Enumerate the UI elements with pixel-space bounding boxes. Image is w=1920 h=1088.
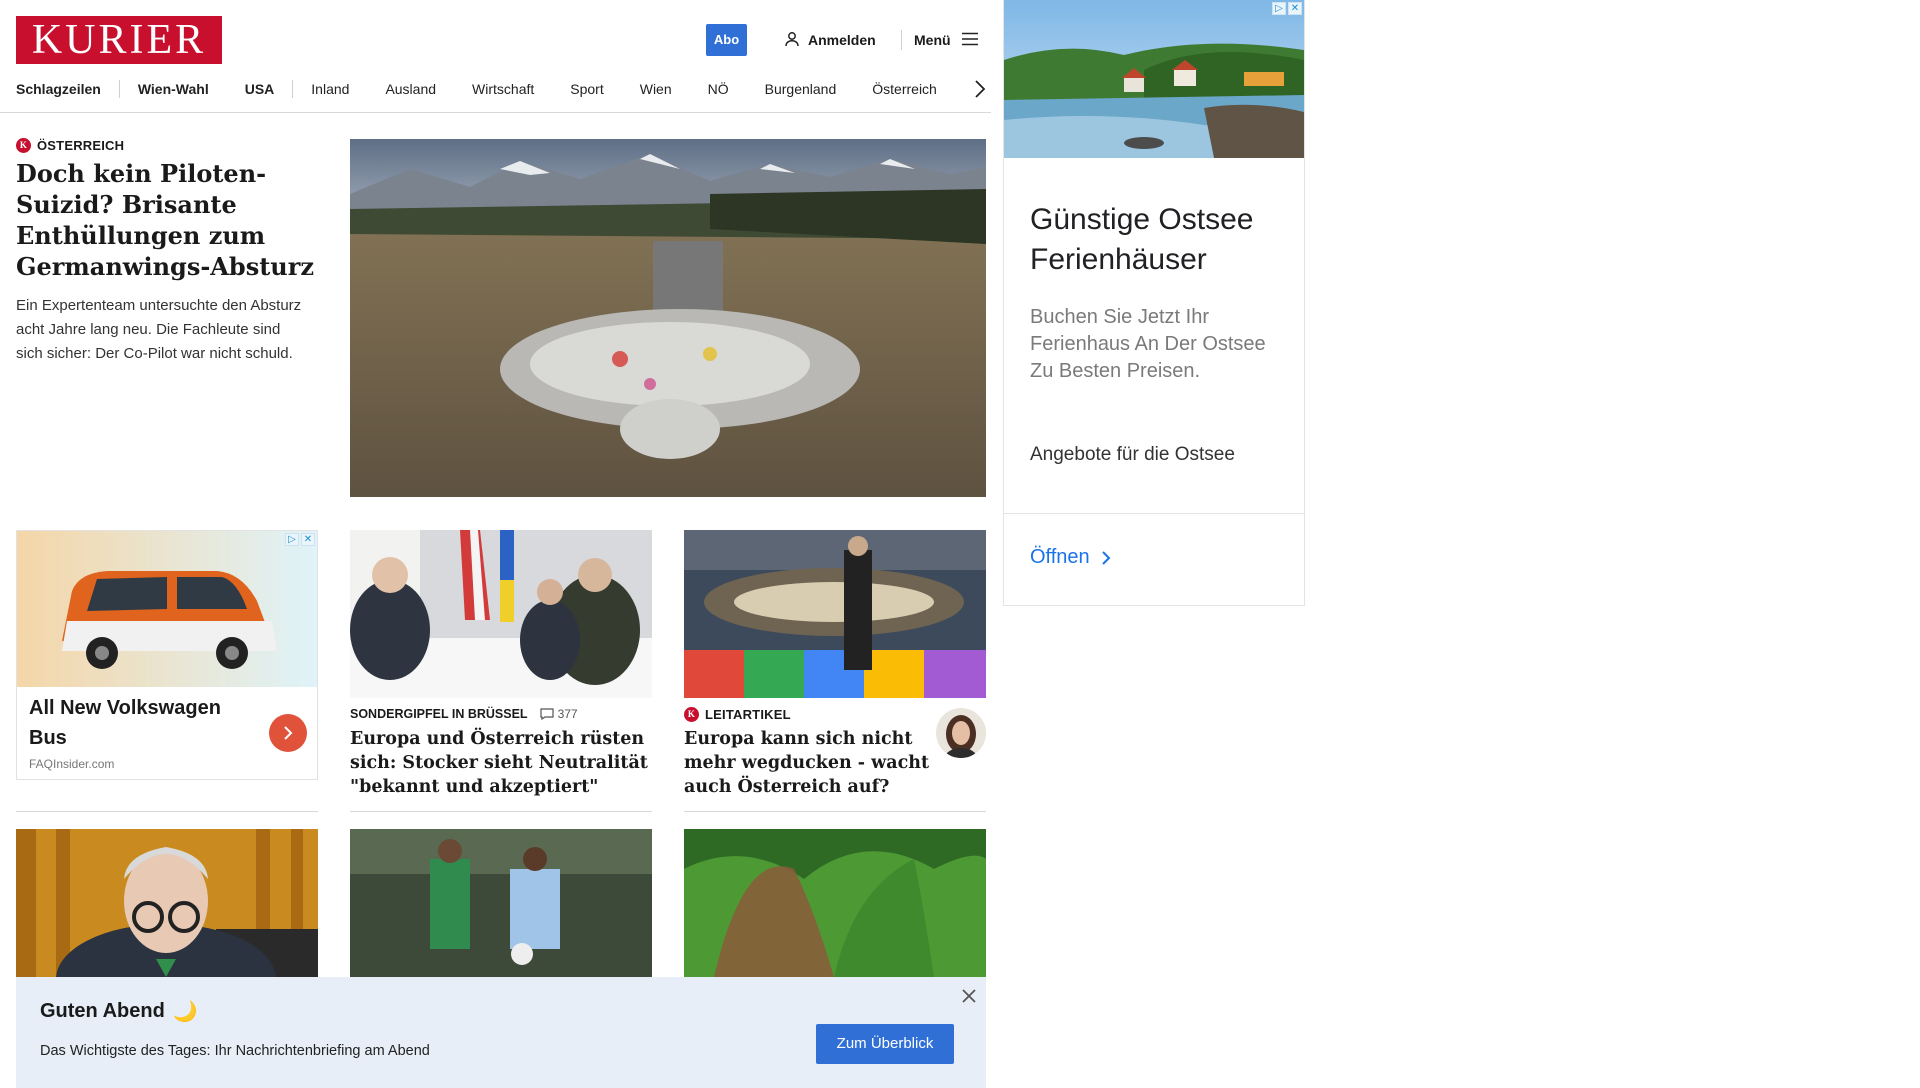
ad-ostsee-offer[interactable]: Angebote für die Ostsee (1030, 444, 1235, 466)
nav-divider (292, 80, 294, 98)
lead-headline[interactable]: Doch kein Piloten-Suizid? Brisante Enthü… (16, 158, 318, 282)
ad-ostsee[interactable]: ▷ ✕ Günstige Ostsee Ferienhäuser Buchen … (1003, 0, 1305, 606)
adchoices-icon[interactable]: ▷ (285, 533, 299, 546)
ad-ostsee-text[interactable]: Buchen Sie Jetzt Ihr Ferienhaus An Der O… (1030, 304, 1280, 385)
kurier-plus-icon: K (16, 138, 31, 153)
chevron-right-icon (1101, 550, 1111, 565)
nav-item-sport[interactable]: Sport (570, 81, 603, 97)
ad-vw-image[interactable] (17, 531, 317, 687)
chevron-right-icon (284, 726, 293, 740)
briefing-title-text: Guten Abend (40, 1000, 165, 1022)
teaser2-photo[interactable] (684, 530, 986, 698)
hamburger-icon (961, 32, 979, 49)
nav-item-oesterreich[interactable]: Österreich (872, 81, 937, 97)
briefing-overview-button[interactable]: Zum Überblick (816, 1024, 954, 1064)
nav-item-wirtschaft[interactable]: Wirtschaft (472, 81, 534, 97)
ad-vw-source: FAQInsider.com (29, 757, 115, 771)
briefing-text: Das Wichtigste des Tages: Ihr Nachrichte… (40, 1043, 430, 1059)
teaser3-photo[interactable] (16, 829, 318, 977)
nav-scroll-right-icon[interactable] (972, 78, 988, 100)
ad-ostsee-title[interactable]: Günstige Ostsee Ferienhäuser (1030, 200, 1280, 280)
lead-kicker[interactable]: K ÖSTERREICH (16, 138, 124, 153)
close-icon[interactable]: ✕ (301, 533, 315, 546)
ad-vw-open-button[interactable] (269, 714, 307, 752)
login-label: Anmelden (808, 32, 876, 48)
comment-icon (539, 708, 554, 720)
abo-button[interactable]: Abo (706, 24, 747, 56)
lead-kicker-label: ÖSTERREICH (37, 138, 125, 153)
ad-ostsee-open-label: Öffnen (1030, 546, 1090, 568)
briefing-title: Guten Abend 🌙 (40, 999, 198, 1024)
login-button[interactable]: Anmelden (784, 24, 876, 56)
teaser1-comments[interactable]: 377 (539, 707, 578, 721)
evening-briefing-banner: Guten Abend 🌙 Das Wichtigste des Tages: … (16, 977, 986, 1088)
nav-item-noe[interactable]: NÖ (708, 81, 729, 97)
ad-vw-bus[interactable]: ▷ ✕ All New Volkswagen Bus FAQInsider.co… (16, 530, 318, 780)
nav-item-ausland[interactable]: Ausland (385, 81, 436, 97)
header-divider (901, 30, 902, 50)
ad-choices[interactable]: ▷ ✕ (1272, 2, 1302, 15)
teaser1-kicker-label: SONDERGIPFEL IN BRÜSSEL (350, 707, 528, 721)
teaser1-comment-count: 377 (557, 707, 578, 721)
teaser2-kicker-label: LEITARTIKEL (705, 707, 791, 722)
lead-teaser[interactable]: Ein Expertenteam untersuchte den Absturz… (16, 294, 306, 366)
row-divider (16, 811, 318, 812)
row-divider (684, 811, 986, 812)
teaser2-kicker[interactable]: K LEITARTIKEL (684, 707, 791, 722)
nav-item-inland[interactable]: Inland (311, 81, 349, 97)
teaser2-headline[interactable]: Europa kann sich nicht mehr wegducken - … (684, 727, 934, 799)
ad-ostsee-open-button[interactable]: Öffnen (1030, 546, 1112, 569)
adchoices-icon[interactable]: ▷ (1272, 2, 1286, 15)
close-icon[interactable]: ✕ (1288, 2, 1302, 15)
author-avatar[interactable] (936, 708, 986, 758)
teaser1-kicker[interactable]: SONDERGIPFEL IN BRÜSSEL 377 (350, 707, 578, 721)
user-icon (784, 31, 800, 50)
moon-icon: 🌙 (172, 1001, 198, 1023)
nav-item-wien-wahl[interactable]: Wien-Wahl (138, 81, 209, 97)
kurier-logo[interactable]: KURIER (16, 16, 222, 64)
menu-label: Menü (914, 32, 951, 48)
ad-ostsee-divider (1004, 513, 1304, 514)
section-nav: Schlagzeilen Wien-Wahl USA Inland Auslan… (16, 78, 973, 100)
close-icon[interactable] (960, 987, 978, 1005)
menu-button[interactable]: Menü (914, 24, 979, 56)
row-divider (350, 811, 652, 812)
ad-ostsee-image[interactable] (1004, 0, 1304, 158)
header-divider-line (0, 112, 991, 113)
teaser1-photo[interactable] (350, 530, 652, 698)
ad-choices[interactable]: ▷ ✕ (285, 533, 315, 546)
nav-item-schlagzeilen[interactable]: Schlagzeilen (16, 81, 101, 97)
lead-photo[interactable] (350, 139, 986, 497)
teaser1-headline[interactable]: Europa und Österreich rüsten sich: Stock… (350, 727, 660, 799)
nav-item-usa[interactable]: USA (245, 81, 275, 97)
teaser5-photo[interactable] (684, 829, 986, 977)
ad-vw-title[interactable]: All New Volkswagen Bus (29, 693, 249, 753)
nav-divider (118, 80, 120, 98)
nav-item-wien[interactable]: Wien (640, 81, 672, 97)
nav-item-burgenland[interactable]: Burgenland (765, 81, 837, 97)
kurier-plus-icon: K (684, 707, 699, 722)
teaser4-photo[interactable] (350, 829, 652, 977)
